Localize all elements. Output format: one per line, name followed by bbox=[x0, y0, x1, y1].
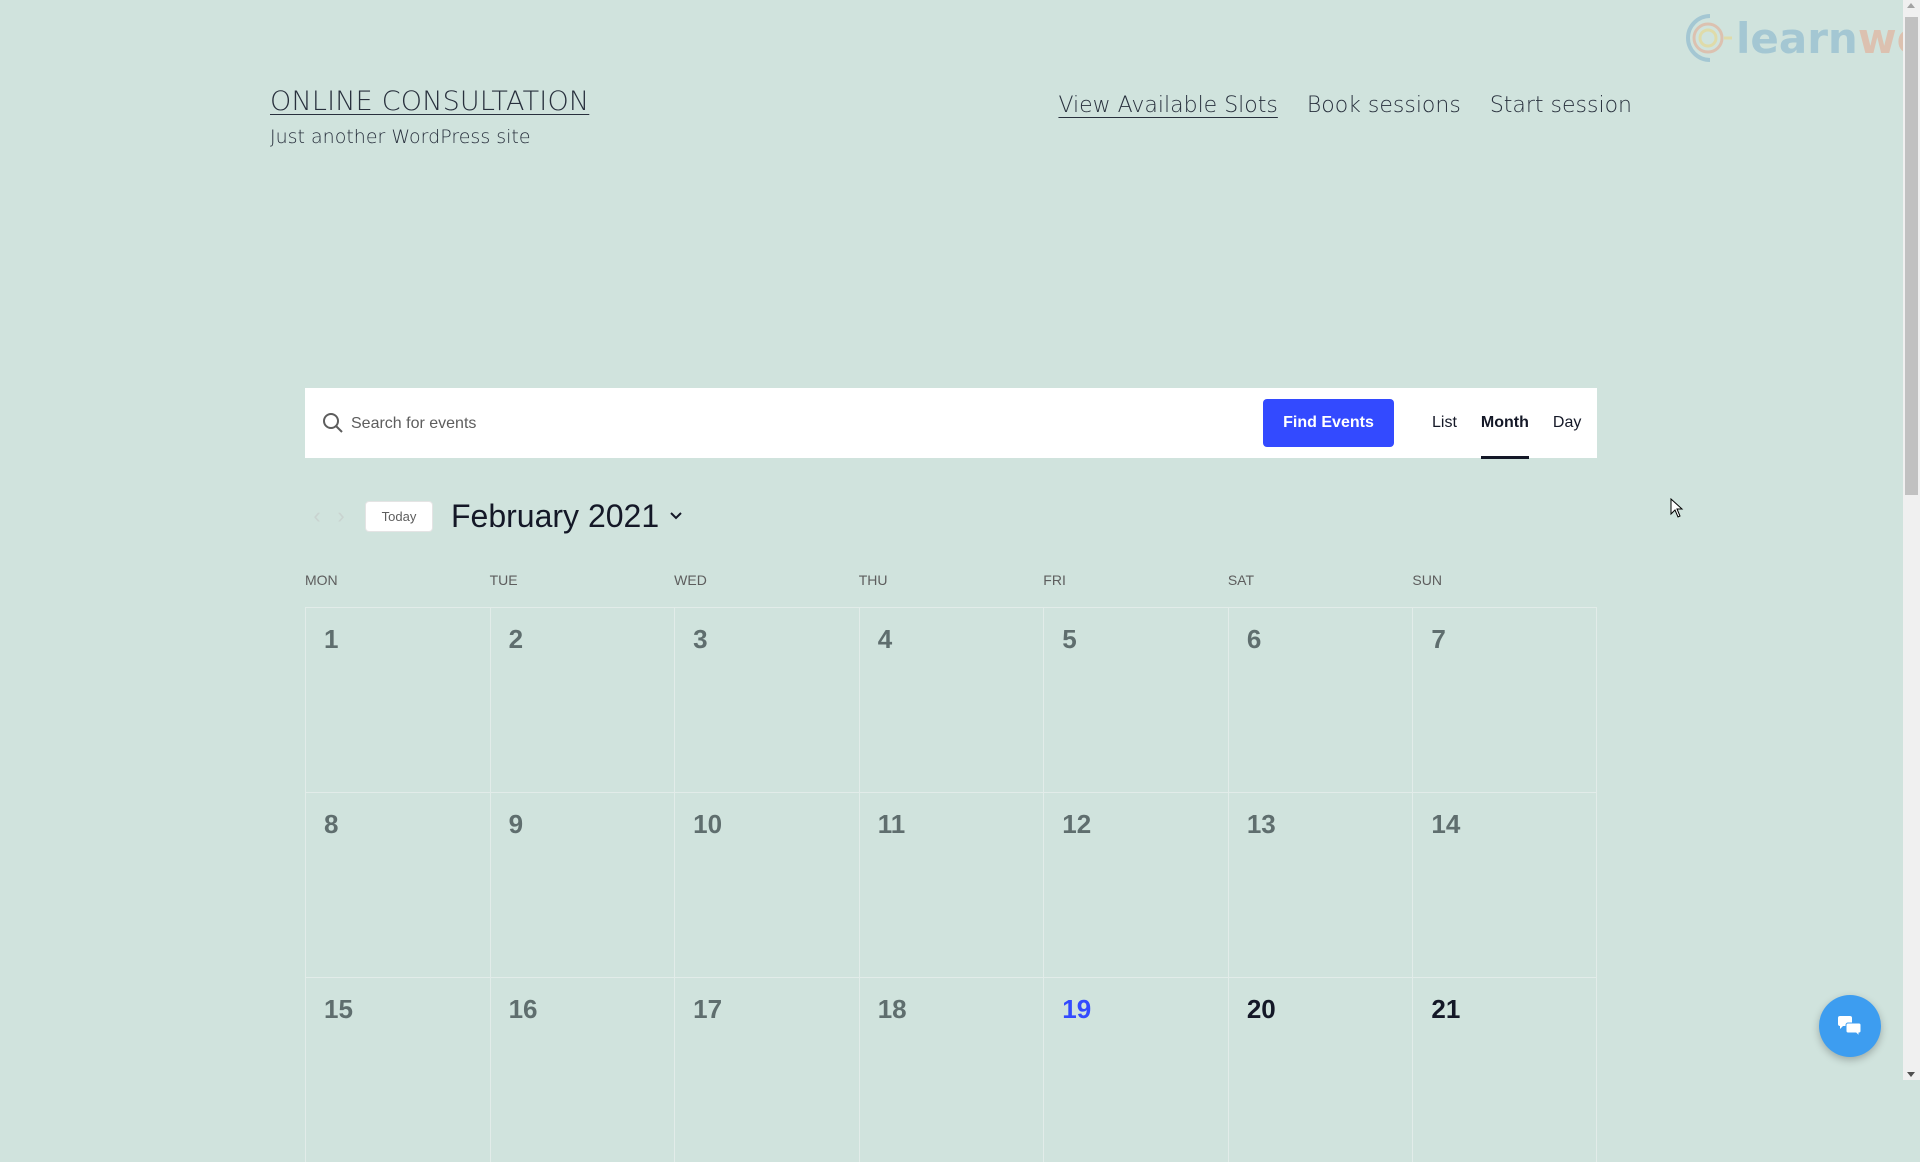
calendar-day-cell[interactable]: 5 bbox=[1043, 607, 1228, 792]
calendar-day-number: 14 bbox=[1431, 809, 1461, 839]
calendar-day-cell[interactable]: 2 bbox=[489, 607, 675, 792]
month-calendar-grid: 1 2 3 4 5 6 7 8 9 10 11 12 13 14 15 16 17 18 19 20 21 bbox=[305, 607, 1597, 1162]
day-header-thu: THU bbox=[858, 572, 888, 588]
today-button[interactable]: Today bbox=[365, 500, 433, 532]
calendar-day-number: 15 bbox=[324, 994, 353, 1024]
calendar-day-number: 12 bbox=[1062, 809, 1092, 839]
calendar-day-cell[interactable]: 14 bbox=[1412, 792, 1597, 977]
calendar-day-cell[interactable]: 4 bbox=[858, 607, 1044, 792]
calendar-day-number: 1 bbox=[324, 624, 339, 654]
day-header-fri: FRI bbox=[1043, 572, 1066, 588]
nav-start-session[interactable]: Start session bbox=[1490, 93, 1632, 118]
events-search-bar: Find Events List Month Day bbox=[305, 388, 1597, 459]
day-header-tue: TUE bbox=[489, 572, 518, 588]
calendar-day-cell[interactable]: 12 bbox=[1043, 792, 1228, 977]
site-title[interactable]: ONLINE CONSULTATION bbox=[270, 86, 589, 117]
calendar-day-cell[interactable]: 17 bbox=[674, 977, 859, 1162]
calendar-day-number: 8 bbox=[324, 809, 339, 839]
calendar-day-cell[interactable]: 16 bbox=[489, 977, 675, 1162]
calendar-day-cell[interactable]: 3 bbox=[674, 607, 859, 792]
day-header-mon: MON bbox=[305, 572, 338, 588]
search-events-input[interactable] bbox=[349, 408, 1253, 440]
tab-day[interactable]: Day bbox=[1541, 388, 1593, 458]
calendar-day-number: 7 bbox=[1431, 624, 1446, 654]
primary-nav: View Available Slots Book sessions Start… bbox=[1058, 93, 1632, 118]
learnwoo-watermark: learnwoo bbox=[1680, 10, 1920, 66]
view-selector: List Month Day bbox=[1420, 388, 1593, 459]
calendar-day-number: 10 bbox=[693, 809, 723, 839]
calendar-day-cell[interactable]: 13 bbox=[1227, 792, 1413, 977]
calendar-day-cell[interactable]: 8 bbox=[305, 792, 490, 977]
calendar-day-number: 21 bbox=[1431, 994, 1461, 1024]
nav-view-available-slots[interactable]: View Available Slots bbox=[1058, 93, 1277, 118]
watermark-learn: learn bbox=[1736, 13, 1858, 63]
calendar-day-number: 13 bbox=[1246, 809, 1276, 839]
learnwoo-logo-icon bbox=[1686, 14, 1732, 62]
chat-bubbles-icon bbox=[1838, 1016, 1862, 1038]
calendar-day-number: 16 bbox=[508, 994, 538, 1024]
calendar-day-cell[interactable]: 6 bbox=[1227, 607, 1413, 792]
chevron-right-icon[interactable]: › bbox=[329, 498, 353, 534]
scrollbar-thumb[interactable] bbox=[1905, 17, 1918, 495]
calendar-day-cell[interactable]: 18 bbox=[858, 977, 1044, 1162]
search-icon bbox=[323, 413, 343, 433]
day-headers: MON TUE WED THU FRI SAT SUN bbox=[305, 572, 1597, 588]
day-header-sat: SAT bbox=[1227, 572, 1255, 588]
tab-month[interactable]: Month bbox=[1469, 388, 1541, 459]
month-picker-label[interactable]: February 2021 bbox=[451, 498, 659, 535]
calendar-day-cell[interactable]: 19 bbox=[1043, 977, 1228, 1162]
calendar-day-number: 4 bbox=[877, 624, 893, 654]
calendar-day-number: 19 bbox=[1062, 994, 1092, 1024]
scroll-down-arrow-icon[interactable] bbox=[1907, 1072, 1915, 1077]
calendar-day-cell[interactable]: 15 bbox=[305, 977, 490, 1162]
calendar-day-cell[interactable]: 7 bbox=[1412, 607, 1597, 792]
calendar-day-number: 11 bbox=[877, 809, 906, 839]
mouse-cursor-icon bbox=[1670, 498, 1684, 518]
calendar-day-number: 6 bbox=[1246, 624, 1262, 654]
calendar-day-number: 2 bbox=[508, 624, 524, 654]
date-navigation: ‹ › Today February 2021 bbox=[305, 498, 683, 534]
calendar-day-number: 5 bbox=[1062, 624, 1077, 654]
calendar-day-cell[interactable]: 20 bbox=[1227, 977, 1413, 1162]
calendar-day-number: 18 bbox=[877, 994, 907, 1024]
calendar-day-number: 3 bbox=[693, 624, 708, 654]
find-events-button[interactable]: Find Events bbox=[1263, 399, 1394, 447]
calendar-day-number: 17 bbox=[693, 994, 723, 1024]
calendar-day-cell[interactable]: 21 bbox=[1412, 977, 1597, 1162]
calendar-day-cell[interactable]: 1 bbox=[305, 607, 490, 792]
site-tagline: Just another WordPress site bbox=[270, 126, 531, 148]
calendar-day-number: 9 bbox=[508, 809, 524, 839]
calendar-day-cell[interactable]: 10 bbox=[674, 792, 859, 977]
nav-book-sessions[interactable]: Book sessions bbox=[1307, 93, 1461, 118]
chevron-down-icon[interactable] bbox=[669, 509, 683, 523]
chevron-left-icon[interactable]: ‹ bbox=[305, 498, 329, 534]
tab-list[interactable]: List bbox=[1420, 388, 1469, 458]
calendar-day-cell[interactable]: 9 bbox=[489, 792, 675, 977]
scroll-up-arrow-icon[interactable] bbox=[1907, 3, 1915, 8]
calendar-day-number: 20 bbox=[1246, 994, 1276, 1024]
day-header-wed: WED bbox=[674, 572, 707, 588]
day-header-sun: SUN bbox=[1412, 572, 1442, 588]
chat-button[interactable] bbox=[1819, 995, 1881, 1057]
calendar-day-cell[interactable]: 11 bbox=[858, 792, 1044, 977]
vertical-scrollbar[interactable] bbox=[1903, 0, 1920, 1080]
